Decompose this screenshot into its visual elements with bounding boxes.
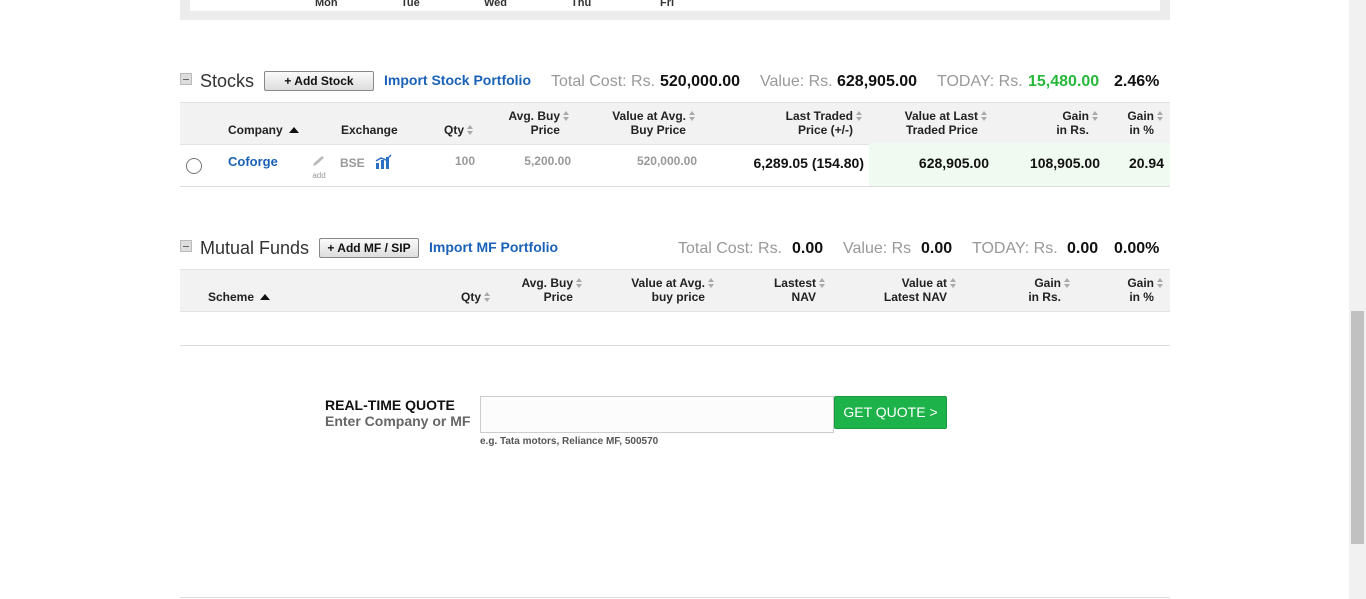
day-label: Thu [571, 0, 592, 9]
sort-icon [950, 278, 957, 288]
qty-cell: 100 [454, 154, 475, 168]
stocks-today-percent: 2.46% [1114, 73, 1160, 90]
column-header-mf-avg-buy-price[interactable]: Avg. Buy Price [521, 276, 583, 304]
sort-icon [1092, 111, 1099, 121]
day-label: Wed [484, 0, 508, 9]
column-header-qty[interactable]: Qty [444, 123, 474, 137]
sort-icon [1157, 111, 1164, 121]
sort-ascending-icon [288, 127, 299, 133]
value-at-avg-cell: 520,000.00 [636, 154, 697, 168]
day-label: Mon [315, 0, 338, 9]
pencil-icon [313, 156, 324, 166]
sort-icon [576, 278, 583, 288]
column-header-exchange: Exchange [341, 123, 398, 137]
column-header-scheme[interactable]: Scheme [208, 290, 271, 304]
gain-percent-cell: 20.94 [1128, 155, 1164, 171]
stocks-today-label: TODAY: Rs. [937, 73, 1023, 90]
column-header-mf-value-at-avg[interactable]: Value at Avg. buy price [631, 276, 715, 304]
scrollbar-thumb[interactable] [1351, 311, 1364, 544]
quote-hint: e.g. Tata motors, Reliance MF, 500570 [480, 436, 659, 447]
column-header-gain-rs[interactable]: Gain in Rs. [1056, 109, 1099, 137]
stocks-value-value: 628,905.00 [837, 73, 918, 90]
sort-icon [708, 278, 715, 288]
mf-section-title: Mutual Funds [200, 238, 310, 258]
import-mf-portfolio-link[interactable]: Import MF Portfolio [429, 239, 558, 255]
sort-icon [1157, 278, 1164, 288]
bottom-divider [180, 597, 1170, 598]
sort-icon [856, 111, 863, 121]
sort-icon [689, 111, 696, 121]
add-label: add [312, 171, 326, 180]
sort-icon [819, 278, 826, 288]
column-header-value-at-latest-nav[interactable]: Value at Latest NAV [884, 276, 957, 304]
company-link[interactable]: Coforge [228, 154, 278, 169]
column-header-value-at-avg-buy-price[interactable]: Value at Avg. Buy Price [612, 109, 696, 137]
column-header-avg-buy-price[interactable]: Avg. Buy Price [508, 109, 570, 137]
stocks-today-value: 15,480.00 [1028, 73, 1100, 90]
chart-link[interactable] [375, 154, 393, 174]
last-traded-price-cell: 6,289.05 (154.80) [753, 155, 864, 171]
import-stock-portfolio-link[interactable]: Import Stock Portfolio [384, 72, 531, 88]
stocks-collapse-toggle[interactable] [180, 73, 192, 85]
get-quote-button[interactable]: GET QUOTE > [834, 396, 947, 429]
value-at-last-traded-cell: 628,905.00 [918, 155, 989, 171]
stocks-total-cost-value: 520,000.00 [660, 73, 741, 90]
column-header-mf-qty[interactable]: Qty [461, 290, 491, 304]
quote-search-input[interactable] [480, 396, 834, 433]
column-header-company[interactable]: Company [228, 123, 299, 137]
column-header-gain-percent[interactable]: Gain in % [1127, 109, 1164, 137]
stocks-value-label: Value: Rs. [760, 73, 833, 90]
sort-icon [1064, 278, 1071, 288]
sort-icon [484, 292, 491, 302]
mf-collapse-toggle[interactable] [180, 240, 192, 252]
section-divider [180, 345, 1170, 346]
column-header-mf-gain-percent[interactable]: Gain in % [1127, 276, 1164, 304]
mf-today-value: 0.00 [1067, 240, 1099, 257]
stocks-total-cost-label: Total Cost: Rs. [551, 73, 656, 90]
column-header-value-at-last-traded-price[interactable]: Value at Last Traded Price [905, 109, 988, 137]
day-label: Tue [401, 0, 420, 9]
add-transaction-button[interactable]: add [311, 154, 327, 180]
add-stock-button[interactable]: + Add Stock [264, 71, 374, 91]
mf-value-value: 0.00 [921, 240, 953, 257]
mf-today-percent: 0.00% [1114, 240, 1160, 257]
mf-value-label: Value: Rs [843, 240, 912, 257]
mf-today-label: TODAY: Rs. [972, 240, 1058, 257]
quote-subtitle: Enter Company or MF [325, 413, 471, 429]
add-mf-sip-button[interactable]: + Add MF / SIP [319, 238, 419, 258]
quote-title: REAL-TIME QUOTE [325, 397, 455, 413]
row-highlight [869, 143, 1170, 186]
mf-total-cost-value: 0.00 [792, 240, 824, 257]
sort-ascending-icon [260, 294, 271, 300]
mf-total-cost-label: Total Cost: Rs. [678, 240, 783, 257]
avg-buy-price-cell: 5,200.00 [524, 154, 571, 168]
stocks-section-title: Stocks [200, 71, 255, 91]
column-header-latest-nav[interactable]: Lastest NAV [774, 276, 826, 304]
gain-rs-cell: 108,905.00 [1029, 155, 1100, 171]
column-header-mf-gain-rs[interactable]: Gain in Rs. [1028, 276, 1071, 304]
row-select-radio[interactable] [186, 158, 202, 174]
bar-chart-icon [375, 154, 392, 169]
sort-icon [563, 111, 570, 121]
exchange-label: BSE [340, 156, 365, 170]
column-header-last-traded-price[interactable]: Last Traded Price (+/-) [786, 109, 863, 137]
row-divider [180, 186, 1170, 187]
sort-icon [467, 125, 474, 135]
day-label: Fri [660, 0, 675, 9]
sort-icon [981, 111, 988, 121]
